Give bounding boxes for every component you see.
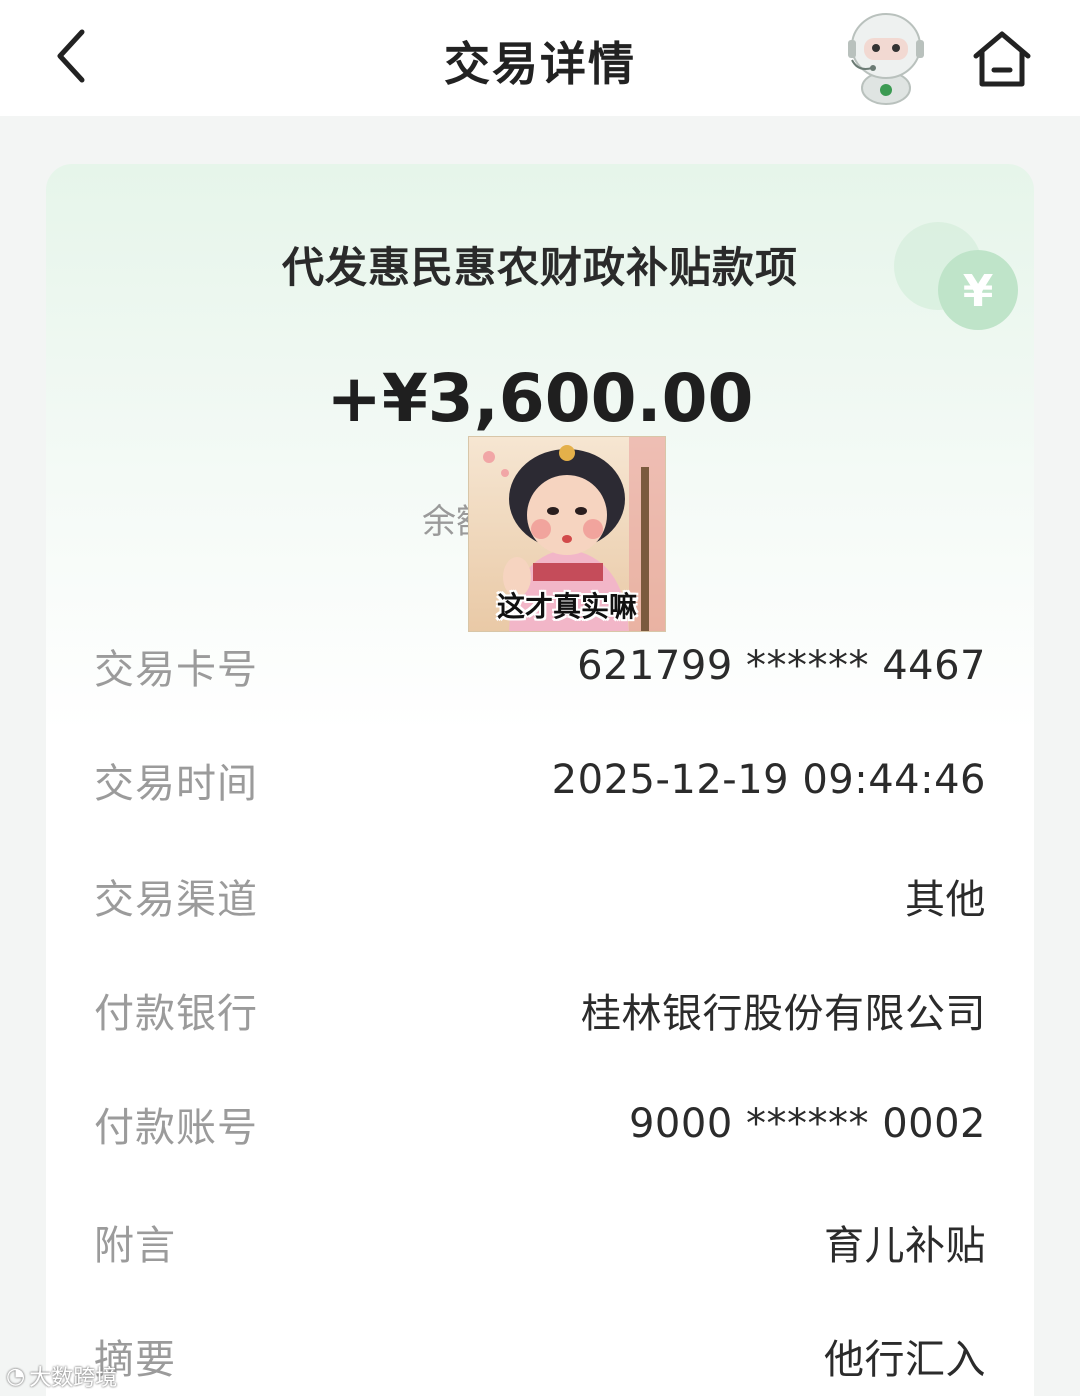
detail-label: 交易时间 [94, 761, 258, 807]
detail-row-payer-account: 付款账号 9000 ****** 0002 [94, 1094, 986, 1154]
detail-row-time: 交易时间 2025-12-19 09:44:46 [94, 750, 986, 810]
detail-row-summary: 摘要 他行汇入 [94, 1326, 986, 1386]
detail-label: 付款账号 [94, 1105, 258, 1151]
watermark-logo-icon: ◔ [6, 1363, 26, 1389]
sticker-caption: 这才真实嘛 [496, 590, 637, 623]
top-nav-bar: 交易详情 [0, 0, 1080, 116]
detail-label: 交易卡号 [94, 647, 258, 693]
detail-value: 桂林银行股份有限公司 [581, 991, 986, 1037]
detail-value: 育儿补贴 [824, 1223, 986, 1269]
meme-sticker-image: 这才真实嘛 [468, 436, 666, 632]
detail-row-payer-bank: 付款银行 桂林银行股份有限公司 [94, 980, 986, 1040]
detail-row-remark: 附言 育儿补贴 [94, 1212, 986, 1272]
watermark-text: 大数跨境 [29, 1366, 118, 1391]
detail-value: 2025-12-19 09:44:46 [551, 757, 986, 803]
detail-value: 其他 [905, 877, 986, 923]
detail-label: 付款银行 [94, 991, 258, 1037]
detail-row-card-number: 交易卡号 621799 ****** 4467 [94, 636, 986, 696]
robot-assistant-icon[interactable] [838, 6, 934, 106]
home-icon [973, 31, 1031, 87]
detail-label: 交易渠道 [94, 877, 258, 923]
transaction-amount: +¥3,600.00 [326, 360, 754, 437]
detail-row-channel: 交易渠道 其他 [94, 866, 986, 926]
transaction-title: 代发惠民惠农财政补贴款项 [281, 243, 798, 292]
detail-value: 621799 ****** 4467 [577, 643, 986, 689]
detail-label: 附言 [94, 1223, 176, 1269]
detail-value: 9000 ****** 0002 [628, 1101, 986, 1147]
home-button[interactable] [968, 26, 1036, 94]
watermark: ◔ 大数跨境 [6, 1360, 117, 1392]
detail-value: 他行汇入 [824, 1337, 986, 1383]
